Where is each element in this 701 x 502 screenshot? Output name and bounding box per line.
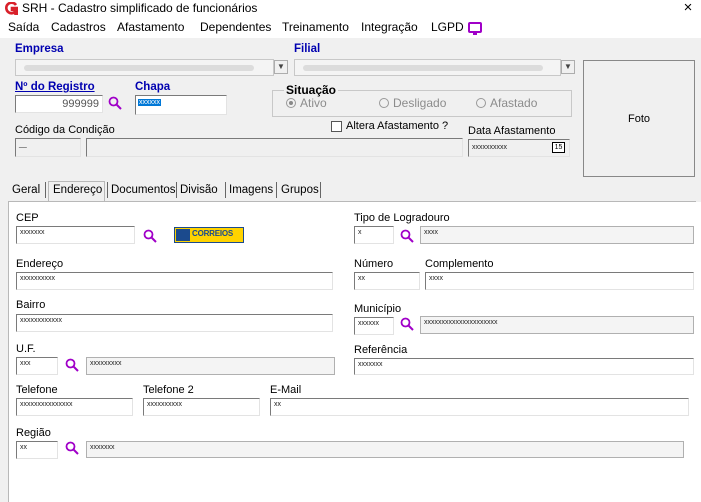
magnifier-icon[interactable] [65,441,79,455]
radio-ativo-label[interactable]: Ativo [300,96,327,110]
correios-label: CORREIOS [192,229,234,238]
codigo-condicao-descricao [86,138,463,157]
data-afastamento-label: Data Afastamento [468,125,556,137]
window-title: SRH - Cadastro simplificado de funcionár… [22,1,258,15]
municipio-code-input[interactable]: xxxxxx [354,317,394,335]
tab-imagens[interactable]: Imagens [229,184,273,196]
tab-separator [320,182,321,198]
tab-separator [107,182,108,198]
uf-label: U.F. [16,343,36,355]
regiao-descricao: xxxxxxx [86,441,684,458]
numero-label: Número [354,258,394,270]
tab-documentos[interactable]: Documentos [111,184,176,196]
registro-input[interactable]: 999999 [15,95,103,113]
referencia-input[interactable]: xxxxxxx [354,358,694,375]
tab-endereco[interactable]: Endereço [53,184,102,196]
codigo-condicao-label: Código da Condição [15,124,115,136]
regiao-label: Região [16,427,51,439]
radio-desligado[interactable] [379,98,389,108]
uf-descricao: xxxxxxxxx [86,357,335,375]
magnifier-icon[interactable] [108,96,122,110]
tab-geral[interactable]: Geral [12,184,40,196]
tipo-logradouro-descricao: xxxx [420,226,694,244]
app-logo-icon [5,2,18,15]
telefone-input[interactable]: xxxxxxxxxxxxxxx [16,398,133,416]
endereco-input[interactable]: xxxxxxxxxx [16,272,333,290]
telefone2-label: Telefone 2 [143,384,194,396]
menu-lgpd[interactable]: LGPD [431,20,464,34]
municipio-descricao: xxxxxxxxxxxxxxxxxxxxx [420,316,694,334]
photo-box[interactable]: Foto [583,60,695,177]
municipio-label: Município [354,303,402,315]
correios-logo-icon [176,229,190,241]
tab-separator [176,182,177,198]
registro-label: Nº do Registro [15,81,95,93]
tab-grupos[interactable]: Grupos [281,184,319,196]
endereco-label: Endereço [16,258,64,270]
cep-label: CEP [16,212,39,224]
menu-afastamento[interactable]: Afastamento [117,20,184,34]
menu-cadastros[interactable]: Cadastros [51,20,106,34]
radio-afastado[interactable] [476,98,486,108]
email-label: E-Mail [270,384,302,396]
tab-separator [276,182,277,198]
bairro-input[interactable]: xxxxxxxxxxxx [16,314,333,332]
situacao-label: Situação [284,83,339,97]
complemento-input[interactable]: xxxx [425,272,694,290]
tab-separator [225,182,226,198]
numero-input[interactable]: xx [354,272,420,290]
altera-afastamento-label[interactable]: Altera Afastamento ? [346,120,448,132]
telefone-label: Telefone [16,384,58,396]
calendar-icon[interactable]: 15 [552,142,565,153]
radio-ativo[interactable] [286,98,296,108]
magnifier-icon[interactable] [65,358,79,372]
close-button[interactable]: × [676,0,700,17]
menu-dependentes[interactable]: Dependentes [200,20,271,34]
magnifier-icon[interactable] [400,229,414,243]
uf-code-input[interactable]: xxx [16,357,58,375]
email-input[interactable]: xx [270,398,689,416]
tipo-logradouro-code-input[interactable]: x [354,226,394,244]
menu-saida[interactable]: Saída [8,20,39,34]
filial-dropdown-button[interactable]: ▼ [561,60,575,74]
empresa-dropdown-button[interactable]: ▼ [274,60,288,74]
photo-label: Foto [627,112,650,125]
radio-afastado-label[interactable]: Afastado [490,96,537,110]
menu-integracao[interactable]: Integração [361,20,418,34]
radio-desligado-label[interactable]: Desligado [393,96,446,110]
codigo-condicao-input[interactable]: __ [15,138,81,157]
magnifier-icon[interactable] [400,317,414,331]
referencia-label: Referência [354,344,408,356]
tab-divisao[interactable]: Divisão [180,184,218,196]
bairro-label: Bairro [16,299,46,311]
complemento-label: Complemento [425,258,494,270]
empresa-label: Empresa [15,43,64,55]
magnifier-icon[interactable] [143,229,157,243]
chapa-input[interactable]: xxxxxx [135,95,227,115]
tipo-logradouro-label: Tipo de Logradouro [354,212,450,224]
tab-separator [45,182,46,198]
filial-label: Filial [294,43,321,55]
correios-button[interactable]: CORREIOS [174,227,244,243]
cep-input[interactable]: xxxxxxx [16,226,135,244]
monitor-icon[interactable] [468,22,482,35]
empresa-select[interactable] [15,59,274,76]
chapa-selected-text: xxxxxx [138,99,161,106]
telefone2-input[interactable]: xxxxxxxxxx [143,398,260,416]
altera-afastamento-checkbox[interactable] [331,121,342,132]
regiao-code-input[interactable]: xx [16,441,58,459]
filial-select[interactable] [294,59,561,76]
chapa-label: Chapa [135,81,171,93]
menu-treinamento[interactable]: Treinamento [282,20,349,34]
